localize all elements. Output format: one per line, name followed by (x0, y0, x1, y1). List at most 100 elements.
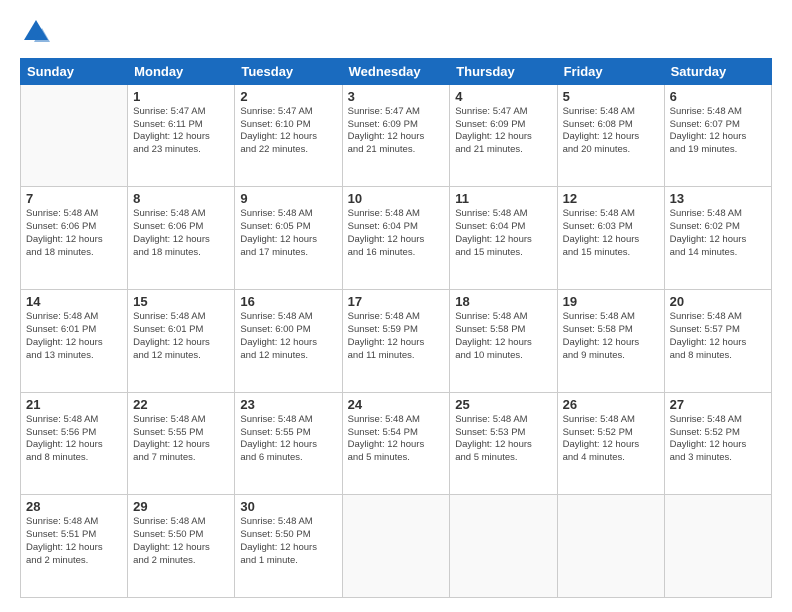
weekday-header-tuesday: Tuesday (235, 58, 342, 84)
day-cell: 3Sunrise: 5:47 AM Sunset: 6:09 PM Daylig… (342, 84, 450, 187)
day-info: Sunrise: 5:48 AM Sunset: 5:58 PM Dayligh… (563, 311, 659, 362)
day-info: Sunrise: 5:48 AM Sunset: 5:59 PM Dayligh… (348, 311, 445, 362)
day-cell (557, 495, 664, 598)
day-number: 16 (240, 294, 336, 309)
day-cell: 22 Sunrise: 5:48 AM Sunset: 5:55 PM Dayli… (128, 392, 235, 495)
day-number: 18 (455, 294, 551, 309)
day-number: 4 (455, 89, 551, 104)
weekday-header-wednesday: Wednesday (342, 58, 450, 84)
day-number: 22 (133, 397, 229, 412)
day-number: 12 (563, 191, 659, 206)
day-number: 21 (26, 397, 122, 412)
day-info: Sunrise: 5:48 AM Sunset: 5:53 PM Dayligh… (455, 414, 551, 465)
day-info: Sunrise: 5:48 AM Sunset: 6:04 PM Dayligh… (348, 208, 445, 259)
day-number: 15 (133, 294, 229, 309)
day-info: Sunrise: 5:47 AM Sunset: 6:10 PM Dayligh… (240, 106, 336, 157)
day-info: Sunrise: 5:47 AM Sunset: 6:09 PM Dayligh… (348, 106, 445, 157)
day-number: 19 (563, 294, 659, 309)
day-number: 9 (240, 191, 336, 206)
day-cell: 27 Sunrise: 5:48 AM Sunset: 5:52 PM Dayli… (664, 392, 771, 495)
day-info: Sunrise: 5:48 AM Sunset: 5:57 PM Dayligh… (670, 311, 766, 362)
week-row-3: 14Sunrise: 5:48 AM Sunset: 6:01 PM Dayli… (21, 290, 772, 393)
day-number: 20 (670, 294, 766, 309)
day-cell (342, 495, 450, 598)
day-cell: 7 Sunrise: 5:48 AM Sunset: 6:06 PM Daylig… (21, 187, 128, 290)
weekday-header-monday: Monday (128, 58, 235, 84)
day-info: Sunrise: 5:48 AM Sunset: 5:51 PM Dayligh… (26, 516, 122, 567)
day-cell: 9 Sunrise: 5:48 AM Sunset: 6:05 PM Daylig… (235, 187, 342, 290)
day-cell (450, 495, 557, 598)
calendar-page: SundayMondayTuesdayWednesdayThursdayFrid… (0, 0, 792, 612)
day-cell: 26 Sunrise: 5:48 AM Sunset: 5:52 PM Dayli… (557, 392, 664, 495)
day-cell: 14Sunrise: 5:48 AM Sunset: 6:01 PM Dayli… (21, 290, 128, 393)
week-row-1: 1 Sunrise: 5:47 AM Sunset: 6:11 PM Daylig… (21, 84, 772, 187)
day-info: Sunrise: 5:48 AM Sunset: 6:04 PM Dayligh… (455, 208, 551, 259)
day-number: 17 (348, 294, 445, 309)
day-cell: 24 Sunrise: 5:48 AM Sunset: 5:54 PM Dayli… (342, 392, 450, 495)
day-info: Sunrise: 5:48 AM Sunset: 5:58 PM Dayligh… (455, 311, 551, 362)
day-number: 11 (455, 191, 551, 206)
day-cell: 13Sunrise: 5:48 AM Sunset: 6:02 PM Dayli… (664, 187, 771, 290)
day-info: Sunrise: 5:48 AM Sunset: 5:56 PM Dayligh… (26, 414, 122, 465)
week-row-2: 7 Sunrise: 5:48 AM Sunset: 6:06 PM Daylig… (21, 187, 772, 290)
day-number: 8 (133, 191, 229, 206)
day-cell: 18 Sunrise: 5:48 AM Sunset: 5:58 PM Dayli… (450, 290, 557, 393)
day-number: 29 (133, 499, 229, 514)
day-cell: 11 Sunrise: 5:48 AM Sunset: 6:04 PM Dayli… (450, 187, 557, 290)
day-cell: 17 Sunrise: 5:48 AM Sunset: 5:59 PM Dayli… (342, 290, 450, 393)
calendar-table: SundayMondayTuesdayWednesdayThursdayFrid… (20, 58, 772, 598)
day-cell: 2 Sunrise: 5:47 AM Sunset: 6:10 PM Daylig… (235, 84, 342, 187)
day-info: Sunrise: 5:48 AM Sunset: 6:05 PM Dayligh… (240, 208, 336, 259)
day-number: 7 (26, 191, 122, 206)
header (20, 18, 772, 50)
weekday-header-friday: Friday (557, 58, 664, 84)
day-info: Sunrise: 5:48 AM Sunset: 6:01 PM Dayligh… (26, 311, 122, 362)
day-cell: 6 Sunrise: 5:48 AM Sunset: 6:07 PM Daylig… (664, 84, 771, 187)
day-info: Sunrise: 5:48 AM Sunset: 5:54 PM Dayligh… (348, 414, 445, 465)
day-cell: 5Sunrise: 5:48 AM Sunset: 6:08 PM Daylig… (557, 84, 664, 187)
day-cell: 28 Sunrise: 5:48 AM Sunset: 5:51 PM Dayli… (21, 495, 128, 598)
day-info: Sunrise: 5:48 AM Sunset: 6:01 PM Dayligh… (133, 311, 229, 362)
day-number: 10 (348, 191, 445, 206)
weekday-header-thursday: Thursday (450, 58, 557, 84)
day-cell: 8 Sunrise: 5:48 AM Sunset: 6:06 PM Daylig… (128, 187, 235, 290)
day-info: Sunrise: 5:48 AM Sunset: 5:52 PM Dayligh… (670, 414, 766, 465)
day-cell: 1 Sunrise: 5:47 AM Sunset: 6:11 PM Daylig… (128, 84, 235, 187)
day-number: 30 (240, 499, 336, 514)
day-number: 28 (26, 499, 122, 514)
day-info: Sunrise: 5:48 AM Sunset: 5:50 PM Dayligh… (133, 516, 229, 567)
day-info: Sunrise: 5:48 AM Sunset: 6:00 PM Dayligh… (240, 311, 336, 362)
day-cell: 25 Sunrise: 5:48 AM Sunset: 5:53 PM Dayli… (450, 392, 557, 495)
day-info: Sunrise: 5:47 AM Sunset: 6:11 PM Dayligh… (133, 106, 229, 157)
week-row-5: 28 Sunrise: 5:48 AM Sunset: 5:51 PM Dayli… (21, 495, 772, 598)
weekday-header-row: SundayMondayTuesdayWednesdayThursdayFrid… (21, 58, 772, 84)
day-info: Sunrise: 5:48 AM Sunset: 6:08 PM Dayligh… (563, 106, 659, 157)
day-info: Sunrise: 5:48 AM Sunset: 6:06 PM Dayligh… (133, 208, 229, 259)
day-info: Sunrise: 5:48 AM Sunset: 6:02 PM Dayligh… (670, 208, 766, 259)
day-info: Sunrise: 5:48 AM Sunset: 6:06 PM Dayligh… (26, 208, 122, 259)
day-number: 25 (455, 397, 551, 412)
day-cell: 23Sunrise: 5:48 AM Sunset: 5:55 PM Dayli… (235, 392, 342, 495)
day-number: 27 (670, 397, 766, 412)
day-info: Sunrise: 5:48 AM Sunset: 5:55 PM Dayligh… (133, 414, 229, 465)
day-cell: 19 Sunrise: 5:48 AM Sunset: 5:58 PM Dayli… (557, 290, 664, 393)
logo-icon (22, 18, 50, 46)
day-info: Sunrise: 5:48 AM Sunset: 6:03 PM Dayligh… (563, 208, 659, 259)
day-number: 6 (670, 89, 766, 104)
day-number: 1 (133, 89, 229, 104)
day-cell: 30Sunrise: 5:48 AM Sunset: 5:50 PM Dayli… (235, 495, 342, 598)
day-info: Sunrise: 5:48 AM Sunset: 6:07 PM Dayligh… (670, 106, 766, 157)
day-cell: 21 Sunrise: 5:48 AM Sunset: 5:56 PM Dayli… (21, 392, 128, 495)
day-cell: 12 Sunrise: 5:48 AM Sunset: 6:03 PM Dayli… (557, 187, 664, 290)
day-cell: 20 Sunrise: 5:48 AM Sunset: 5:57 PM Dayli… (664, 290, 771, 393)
week-row-4: 21 Sunrise: 5:48 AM Sunset: 5:56 PM Dayli… (21, 392, 772, 495)
day-info: Sunrise: 5:48 AM Sunset: 5:52 PM Dayligh… (563, 414, 659, 465)
day-number: 24 (348, 397, 445, 412)
weekday-header-sunday: Sunday (21, 58, 128, 84)
day-info: Sunrise: 5:47 AM Sunset: 6:09 PM Dayligh… (455, 106, 551, 157)
day-number: 26 (563, 397, 659, 412)
day-cell: 16 Sunrise: 5:48 AM Sunset: 6:00 PM Dayli… (235, 290, 342, 393)
day-cell: 15 Sunrise: 5:48 AM Sunset: 6:01 PM Dayli… (128, 290, 235, 393)
day-number: 23 (240, 397, 336, 412)
day-number: 2 (240, 89, 336, 104)
